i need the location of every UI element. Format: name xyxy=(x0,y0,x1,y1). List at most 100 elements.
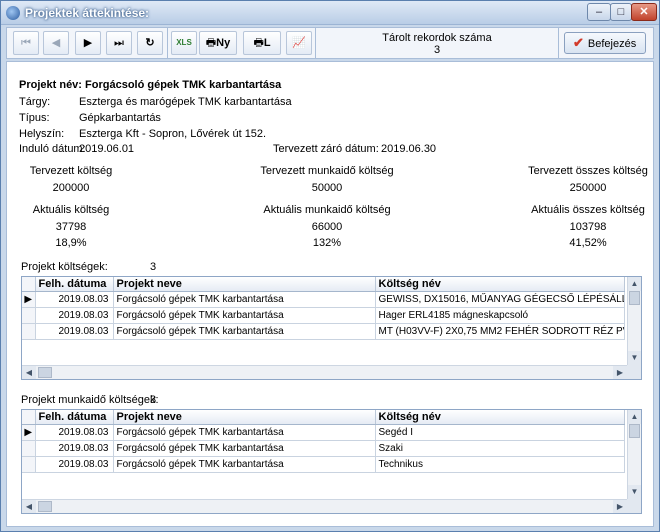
print-ny-label: Ny xyxy=(216,37,231,49)
print-ny-button[interactable]: 🖶Ny xyxy=(199,31,237,55)
window-title: Projektek áttekintése: xyxy=(25,6,150,20)
column-header[interactable]: Felh. dátuma xyxy=(35,410,114,425)
labor-table: Felh. dátuma Projekt neve Költség név ▶ … xyxy=(22,410,625,473)
end-date-value: 2019.06.30 xyxy=(381,143,437,155)
scroll-right-icon[interactable]: ▶ xyxy=(613,500,627,513)
prev-record-button[interactable]: ◀ xyxy=(43,31,69,55)
toolbar-separator xyxy=(558,28,559,58)
planned-cost-value: 200000 xyxy=(52,182,90,194)
scroll-right-icon[interactable]: ▶ xyxy=(613,366,627,379)
record-count-panel: Tárolt rekordok száma 3 xyxy=(337,32,537,56)
column-header[interactable]: Projekt neve xyxy=(113,410,376,425)
minimize-button[interactable]: – xyxy=(587,3,611,21)
location-label: Helyszín: xyxy=(19,128,65,140)
finish-label: Befejezés xyxy=(587,38,637,50)
table-cell: Forgácsoló gépek TMK karbantartása xyxy=(113,440,376,457)
horizontal-scrollbar[interactable]: ◀ ▶ xyxy=(22,365,627,379)
main-window: Projektek áttekintése: – □ ✕ ⏮ ◀ ▶ ⏭ ↻ X… xyxy=(0,0,660,532)
export-button[interactable]: XLS xyxy=(171,31,197,55)
toolbar: ⏮ ◀ ▶ ⏭ ↻ XLS 🖶Ny 🖶L 📈 Tárolt rekordok s… xyxy=(6,27,654,59)
table-row[interactable]: 2019.08.03 Forgácsoló gépek TMK karbanta… xyxy=(22,307,625,324)
scroll-thumb[interactable] xyxy=(629,424,640,438)
cost-grid[interactable]: Felh. dátuma Projekt neve Költség név ▶ … xyxy=(21,276,642,380)
start-date-label: Induló dátum: xyxy=(19,143,86,155)
end-date-label: Tervezett záró dátum: xyxy=(273,143,379,155)
planned-total-value: 250000 xyxy=(569,182,607,194)
scroll-thumb[interactable] xyxy=(629,291,640,305)
actual-total-percent: 41,52% xyxy=(569,237,607,249)
printer-icon: 🖶 xyxy=(253,37,264,49)
table-cell: 2019.08.03 xyxy=(35,307,114,324)
current-row-icon: ▶ xyxy=(22,291,36,308)
last-record-button[interactable]: ⏭ xyxy=(106,31,132,55)
current-row-icon: ▶ xyxy=(22,424,36,441)
refresh-button[interactable]: ↻ xyxy=(137,31,163,55)
table-cell: Forgácsoló gépek TMK karbantartása xyxy=(113,291,376,308)
project-name: Forgácsoló gépek TMK karbantartása xyxy=(85,79,282,91)
row-indicator-header xyxy=(22,410,36,425)
actual-total-value: 103798 xyxy=(569,221,607,233)
scroll-thumb[interactable] xyxy=(38,367,52,378)
finish-button[interactable]: ✔ Befejezés xyxy=(564,32,646,54)
project-name-row: Projekt név: Forgácsoló gépek TMK karban… xyxy=(19,79,281,91)
scroll-up-icon[interactable]: ▲ xyxy=(628,410,641,424)
labor-table-label: Projekt munkaidő költségek: xyxy=(21,394,159,406)
export-icon: XLS xyxy=(176,38,192,47)
maximize-button[interactable]: □ xyxy=(610,3,632,21)
first-icon: ⏮ xyxy=(21,37,31,49)
table-cell: Forgácsoló gépek TMK karbantartása xyxy=(113,456,376,473)
project-name-label: Projekt név: xyxy=(19,79,82,91)
actual-labor-percent: 132% xyxy=(312,237,342,249)
column-header[interactable]: Projekt neve xyxy=(113,277,376,292)
scroll-corner xyxy=(627,365,641,379)
records-label: Tárolt rekordok száma xyxy=(382,32,492,44)
row-indicator-header xyxy=(22,277,36,292)
table-cell: 2019.08.03 xyxy=(35,323,114,340)
row-indicator xyxy=(22,307,36,324)
title-bar[interactable]: Projektek áttekintése: – □ ✕ xyxy=(1,1,659,25)
labor-grid[interactable]: Felh. dátuma Projekt neve Költség név ▶ … xyxy=(21,409,642,514)
vertical-scrollbar[interactable]: ▲ ▼ xyxy=(627,410,641,499)
planned-labor-value: 50000 xyxy=(311,182,343,194)
toolbar-separator xyxy=(167,28,168,58)
labor-table-count: 3 xyxy=(150,394,157,406)
printer-icon: 🖶 xyxy=(205,37,217,49)
first-record-button[interactable]: ⏮ xyxy=(13,31,39,55)
cost-table-count: 3 xyxy=(150,261,157,273)
table-row[interactable]: 2019.08.03 Forgácsoló gépek TMK karbanta… xyxy=(22,323,625,340)
column-header[interactable]: Költség név xyxy=(375,410,625,425)
scroll-thumb[interactable] xyxy=(38,501,52,512)
cost-table: Felh. dátuma Projekt neve Költség név ▶ … xyxy=(22,277,625,340)
last-icon: ⏭ xyxy=(114,37,124,49)
scroll-corner xyxy=(627,499,641,513)
table-cell: GEWISS, DX15016, MŰANYAG GÉGECSŐ LÉPÉSÁL… xyxy=(375,291,625,308)
scroll-down-icon[interactable]: ▼ xyxy=(628,485,641,499)
print-l-button[interactable]: 🖶L xyxy=(243,31,281,55)
column-header[interactable]: Költség név xyxy=(375,277,625,292)
next-record-button[interactable]: ▶ xyxy=(75,31,101,55)
table-row[interactable]: ▶ 2019.08.03 Forgácsoló gépek TMK karban… xyxy=(22,291,625,308)
table-cell: Forgácsoló gépek TMK karbantartása xyxy=(113,323,376,340)
vertical-scrollbar[interactable]: ▲ ▼ xyxy=(627,277,641,365)
table-row[interactable]: 2019.08.03 Forgácsoló gépek TMK karbanta… xyxy=(22,456,625,473)
scroll-down-icon[interactable]: ▼ xyxy=(628,351,641,365)
planned-total-label: Tervezett összes költség xyxy=(528,165,648,177)
scroll-up-icon[interactable]: ▲ xyxy=(628,277,641,291)
chart-button[interactable]: 📈 xyxy=(286,31,312,55)
scroll-left-icon[interactable]: ◀ xyxy=(22,500,36,513)
labor-table-header: Felh. dátuma Projekt neve Költség név xyxy=(22,410,625,425)
cost-table-label: Projekt költségek: xyxy=(21,261,108,273)
column-header[interactable]: Felh. dátuma xyxy=(35,277,114,292)
next-icon: ▶ xyxy=(83,37,93,49)
horizontal-scrollbar[interactable]: ◀ ▶ xyxy=(22,499,627,513)
subject-label: Tárgy: xyxy=(19,96,51,108)
table-cell: 2019.08.03 xyxy=(35,424,114,441)
table-cell: MT (H03VV-F) 2X0,75 MM2 FEHÉR SODROTT RÉ… xyxy=(375,323,625,340)
table-row[interactable]: ▶ 2019.08.03 Forgácsoló gépek TMK karban… xyxy=(22,424,625,441)
actual-total-label: Aktuális összes költség xyxy=(531,204,645,216)
chart-icon: 📈 xyxy=(292,37,306,49)
close-button[interactable]: ✕ xyxy=(631,3,657,21)
table-cell: Hager ERL4185 mágneskapcsoló xyxy=(375,307,625,324)
table-row[interactable]: 2019.08.03 Forgácsoló gépek TMK karbanta… xyxy=(22,440,625,457)
scroll-left-icon[interactable]: ◀ xyxy=(22,366,36,379)
